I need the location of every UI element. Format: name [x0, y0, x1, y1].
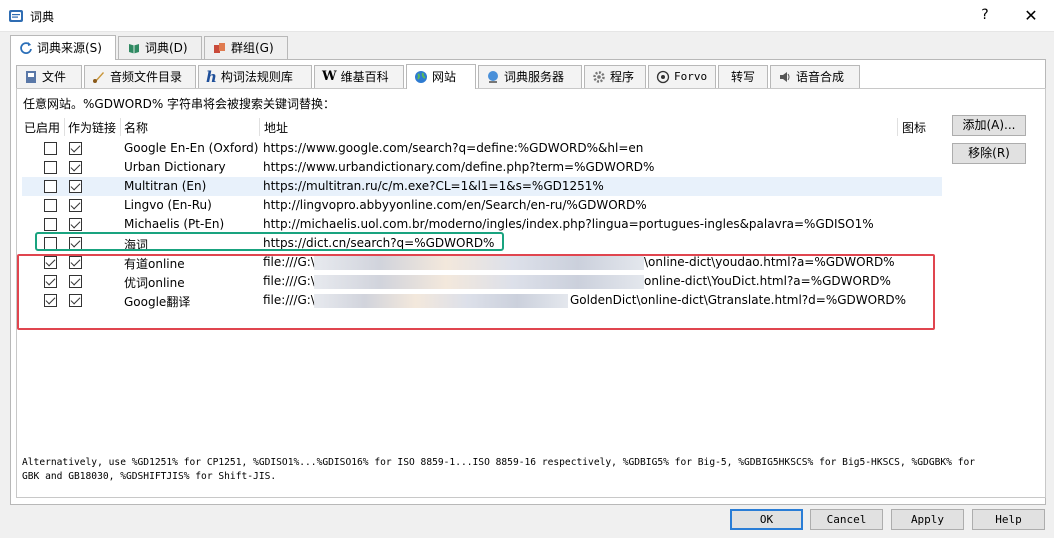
- column-divider: [897, 118, 898, 136]
- as-link-checkbox[interactable]: [69, 218, 82, 231]
- row-url: http://michaelis.uol.com.br/moderno/ingl…: [263, 217, 874, 231]
- column-divider: [64, 118, 65, 136]
- row-url: https://www.google.com/search?q=define:%…: [263, 141, 644, 155]
- as-link-checkbox[interactable]: [69, 142, 82, 155]
- close-window-button[interactable]: ✕: [1008, 0, 1054, 31]
- tab-groups[interactable]: 群组(G): [204, 36, 288, 59]
- column-as-link[interactable]: 作为链接: [68, 119, 116, 136]
- row-url: http://lingvopro.abbyyonline.com/en/Sear…: [263, 198, 647, 212]
- row-name: Google En-En (Oxford): [124, 141, 259, 155]
- tab-dictionary-sources[interactable]: 词典来源(S): [10, 35, 116, 60]
- help-title-button[interactable]: ?: [962, 0, 1008, 31]
- column-name[interactable]: 名称: [124, 119, 148, 136]
- cancel-button[interactable]: Cancel: [810, 509, 883, 530]
- table-row[interactable]: Google En-En (Oxford) https://www.google…: [22, 139, 942, 158]
- enabled-checkbox[interactable]: [44, 218, 57, 231]
- refresh-icon: [20, 42, 32, 54]
- row-url: https://multitran.ru/c/m.exe?CL=1&l1=1&s…: [263, 179, 604, 193]
- enabled-checkbox[interactable]: [44, 161, 57, 174]
- subtab-files[interactable]: 文件: [16, 65, 82, 88]
- gear-icon: [593, 71, 605, 83]
- column-enabled[interactable]: 已启用: [24, 119, 60, 136]
- as-link-checkbox[interactable]: [69, 199, 82, 212]
- instructions-text: 任意网站。%GDWORD% 字符串将会被搜索关键词替换：: [23, 97, 336, 111]
- highlight-box-red: [17, 254, 935, 330]
- apply-button[interactable]: Apply: [891, 509, 964, 530]
- audio-folder-icon: [93, 72, 104, 83]
- enabled-checkbox[interactable]: [44, 142, 57, 155]
- tab-dictionaries[interactable]: 词典(D): [118, 36, 202, 59]
- row-url: https://www.urbandictionary.com/define.p…: [263, 160, 655, 174]
- forvo-icon: [656, 70, 670, 84]
- app-icon: [9, 10, 23, 22]
- as-link-checkbox[interactable]: [69, 161, 82, 174]
- server-icon: [488, 71, 498, 83]
- subtab-forvo[interactable]: Forvo: [648, 65, 716, 88]
- row-name: Lingvo (En-Ru): [124, 198, 212, 212]
- table-row-selected[interactable]: Multitran (En) https://multitran.ru/c/m.…: [22, 177, 942, 196]
- subtab-dict-servers[interactable]: 词典服务器: [478, 65, 582, 88]
- row-name: Michaelis (Pt-En): [124, 217, 225, 231]
- subtab-tts[interactable]: 语音合成: [770, 65, 860, 88]
- as-link-checkbox[interactable]: [69, 180, 82, 193]
- speaker-icon: [780, 72, 790, 82]
- column-address[interactable]: 地址: [264, 119, 288, 136]
- enabled-checkbox[interactable]: [44, 199, 57, 212]
- window-title: 词典: [30, 10, 55, 24]
- add-button[interactable]: 添加(A)...: [952, 115, 1026, 136]
- file-icon: [26, 71, 36, 83]
- wikipedia-icon: W: [322, 69, 337, 84]
- column-divider: [259, 118, 260, 136]
- subtab-audio-folders[interactable]: 音频文件目录: [84, 65, 196, 88]
- title-bar: 词典 ? ✕: [0, 0, 1054, 32]
- globe-icon: [415, 71, 427, 83]
- subtab-wikipedia[interactable]: W 维基百科: [314, 65, 404, 88]
- column-divider: [120, 118, 121, 136]
- subtab-morphology[interactable]: h 构词法规则库: [198, 65, 312, 88]
- table-row[interactable]: Urban Dictionary https://www.urbandictio…: [22, 158, 942, 177]
- help-button[interactable]: Help: [972, 509, 1045, 530]
- column-icon[interactable]: 图标: [902, 119, 926, 136]
- row-name: Multitran (En): [124, 179, 207, 193]
- group-icon: [214, 43, 225, 53]
- enabled-checkbox[interactable]: [44, 180, 57, 193]
- encoding-note: Alternatively, use %GD1251% for CP1251, …: [22, 457, 976, 482]
- subtab-transliteration[interactable]: 转写: [718, 65, 768, 88]
- remove-button[interactable]: 移除(R): [952, 143, 1026, 164]
- ok-button[interactable]: OK: [730, 509, 803, 530]
- h-icon: h: [206, 68, 217, 86]
- subtab-websites[interactable]: 网站: [406, 64, 476, 89]
- row-name: Urban Dictionary: [124, 160, 226, 174]
- highlight-box-green: [35, 232, 504, 251]
- book-icon: [129, 44, 139, 54]
- subtab-programs[interactable]: 程序: [584, 65, 646, 88]
- table-row[interactable]: Lingvo (En-Ru) http://lingvopro.abbyyonl…: [22, 196, 942, 215]
